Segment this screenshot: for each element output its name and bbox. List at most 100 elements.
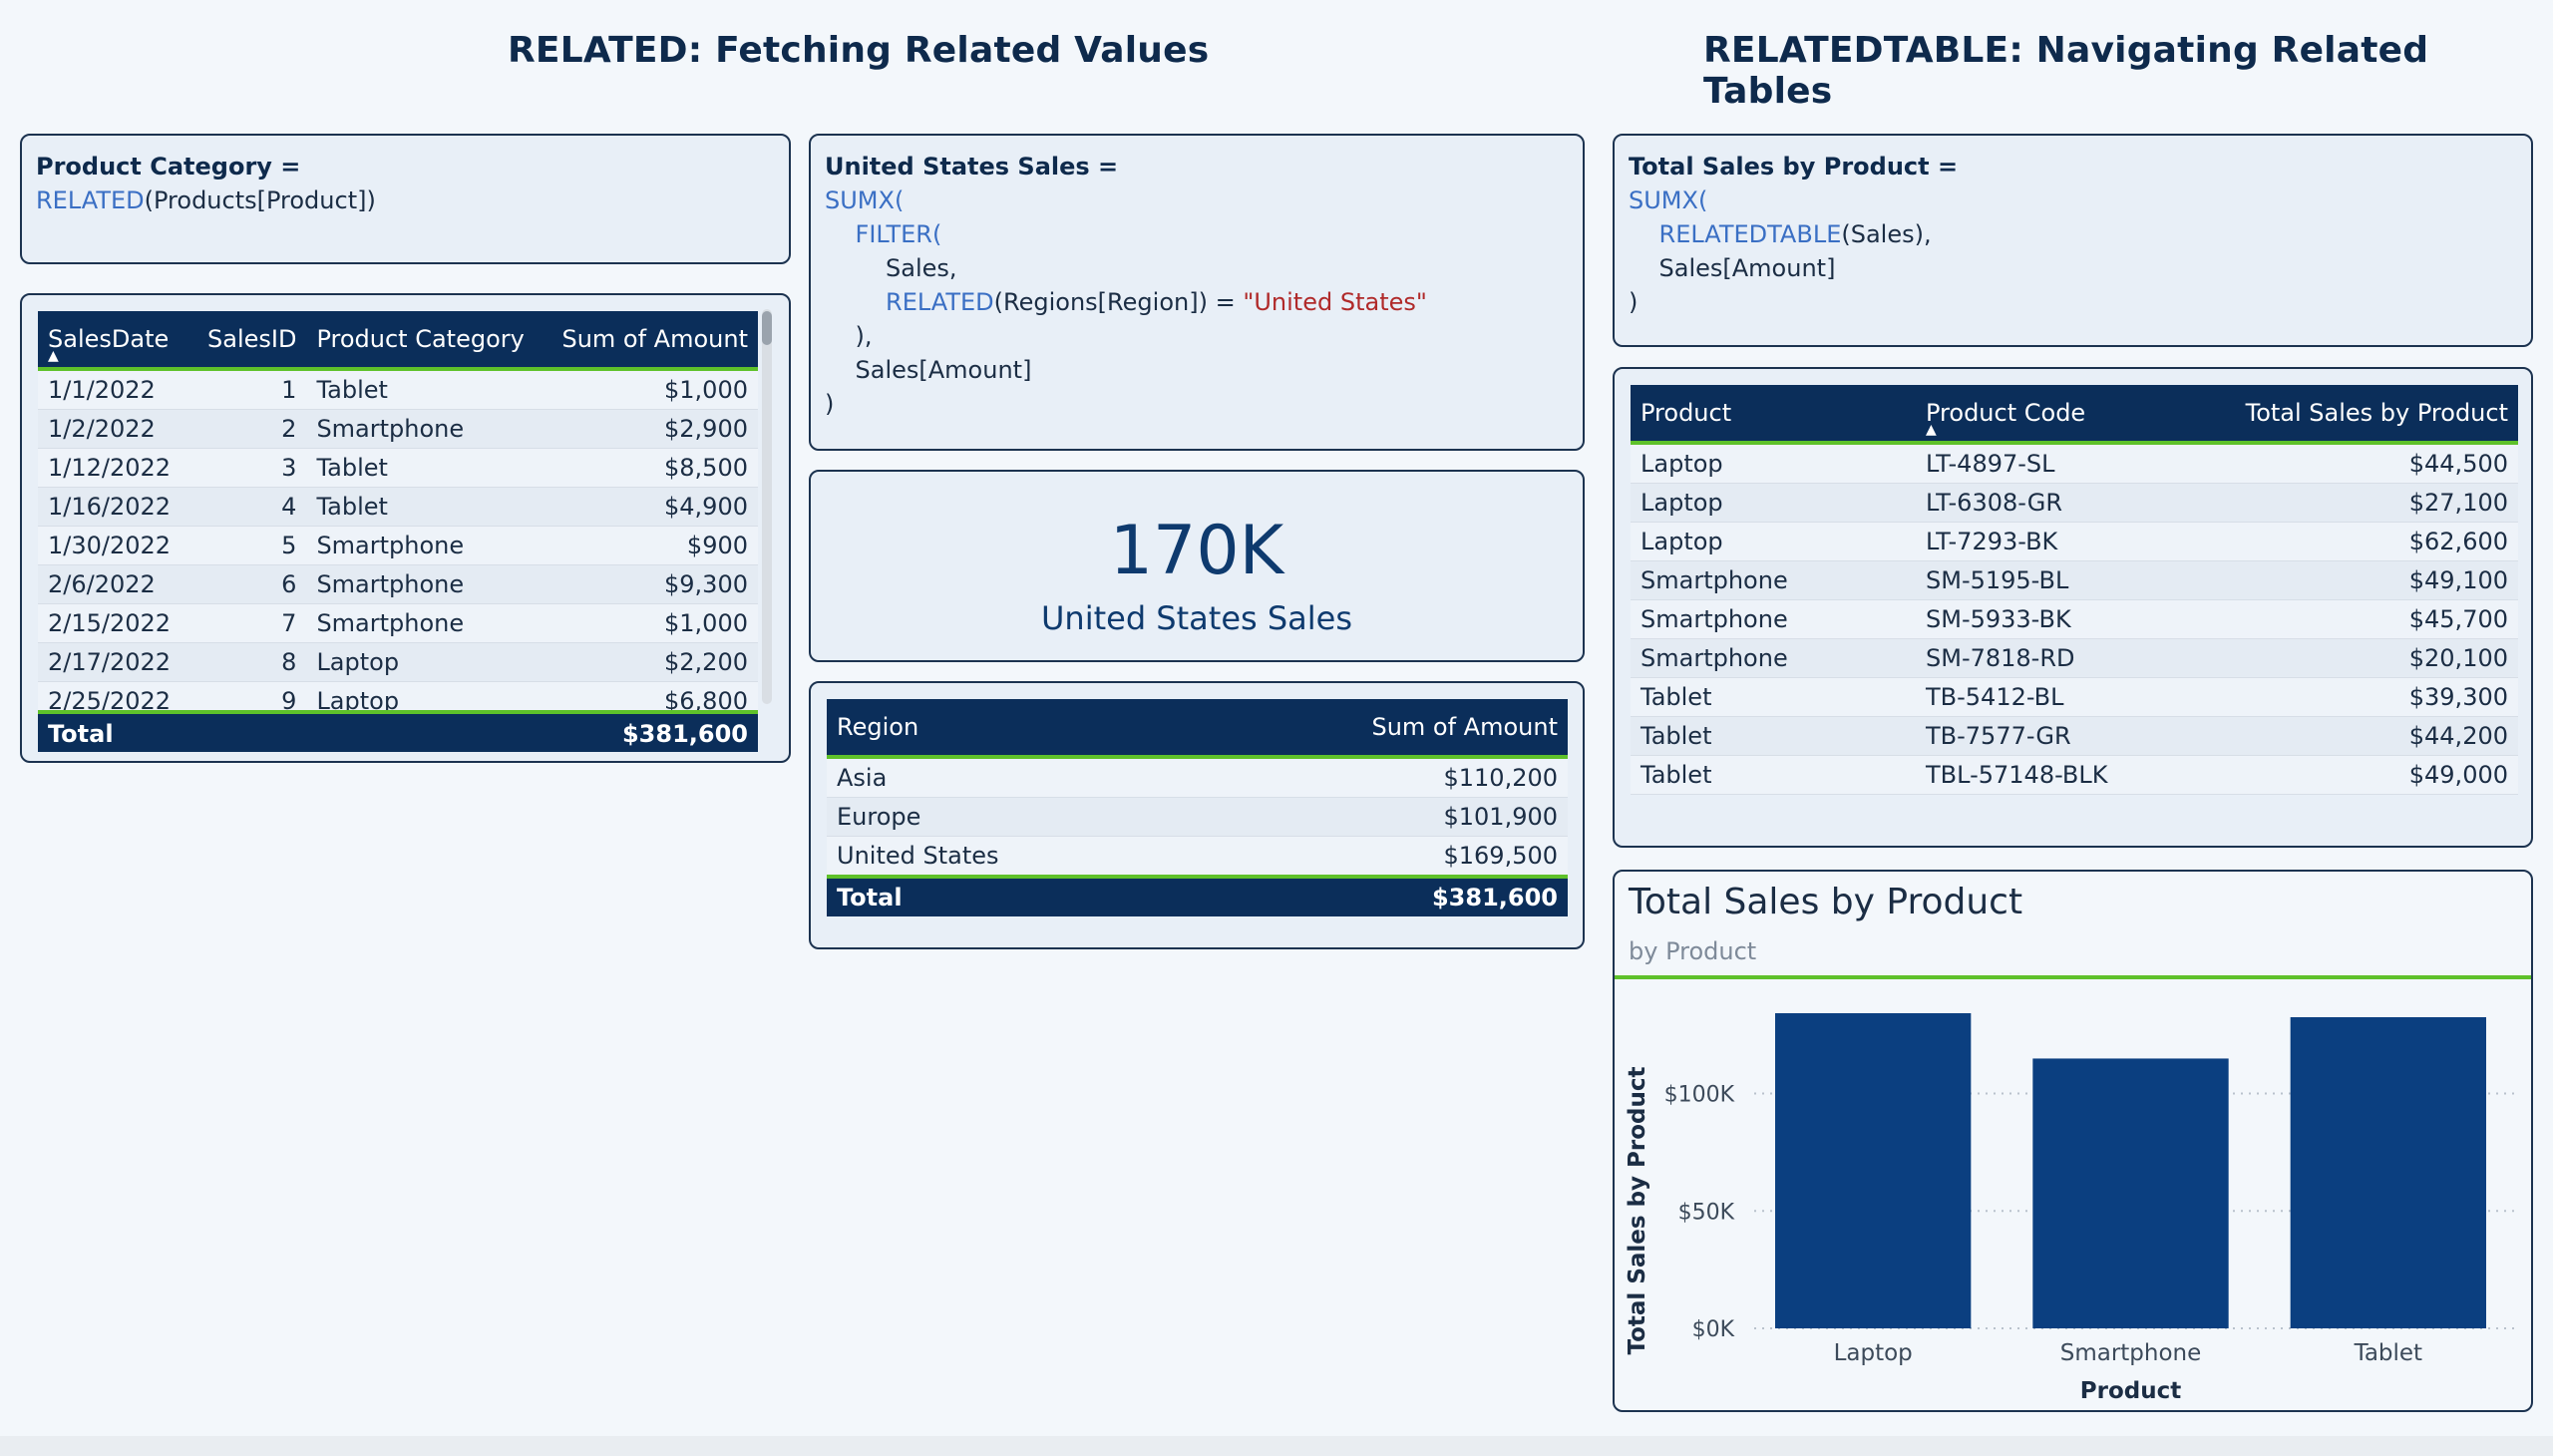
col-product-code-header[interactable]: Product Code ▲: [1916, 385, 2185, 445]
sales-table: SalesDate ▲ SalesID Product Category Sum …: [38, 311, 758, 721]
scroll-thumb[interactable]: [762, 311, 772, 345]
sumx-close: ): [1629, 288, 1639, 316]
table-row[interactable]: Smartphone SM-5933-BK $45,700: [1631, 599, 2518, 639]
cell-product: Smartphone: [1631, 638, 1916, 678]
filter-string-literal: "United States": [1243, 288, 1427, 316]
total-sales-chart-card[interactable]: Total Sales by Product by Product $0K $50…: [1613, 870, 2533, 1412]
related-function: RELATED: [36, 186, 145, 214]
table-row[interactable]: 1/2/2022 2 Smartphone $2,900: [38, 409, 758, 449]
cell-salesid: 2: [197, 409, 307, 449]
measure-name: Total Sales by Product =: [1629, 153, 1959, 181]
table-row[interactable]: Laptop LT-6308-GR $27,100: [1631, 483, 2518, 523]
col-product-header[interactable]: Product: [1631, 385, 1916, 445]
x-axis-title: Product: [2080, 1378, 2181, 1404]
table-row[interactable]: Laptop LT-4897-SL $44,500: [1631, 443, 2518, 484]
col-region-header[interactable]: Region: [827, 699, 1175, 759]
col-salesdate-header[interactable]: SalesDate ▲: [38, 311, 197, 371]
cell-sum-of-amount: $110,200: [1174, 757, 1568, 798]
total-sales-dax: Total Sales by Product = SUMX( RELATEDTA…: [1629, 150, 1958, 319]
table-row[interactable]: 2/15/2022 7 Smartphone $1,000: [38, 603, 758, 643]
chart-title: Total Sales by Product: [1629, 882, 2023, 922]
cell-total-sales: $20,100: [2185, 638, 2518, 678]
col-sum-of-amount-header[interactable]: Sum of Amount: [1174, 699, 1568, 759]
product-table-card[interactable]: Product Product Code ▲ Total Sales by Pro…: [1613, 367, 2533, 848]
y-axis-title: Total Sales by Product: [1625, 1066, 1650, 1354]
relatedtable-args: (Sales),: [1841, 220, 1932, 248]
total-value: $381,600: [621, 720, 748, 748]
table-row[interactable]: Europe $101,900: [827, 797, 1568, 837]
region-table-card[interactable]: Region Sum of Amount Asia $110,200 Europe $…: [809, 681, 1585, 949]
cell-sum-of-amount: $9,300: [534, 564, 758, 604]
col-product-category-header[interactable]: Product Category: [306, 311, 535, 371]
cell-product-category: Smartphone: [306, 564, 535, 604]
cell-region: United States: [827, 836, 1175, 878]
sales-table-total-bar: Total $381,600: [38, 710, 758, 752]
table-row[interactable]: 2/17/2022 8 Laptop $2,200: [38, 642, 758, 682]
us-sales-kpi-card[interactable]: 170K United States Sales: [809, 470, 1585, 662]
table-row[interactable]: 1/16/2022 4 Tablet $4,900: [38, 487, 758, 527]
cell-product-code: TB-5412-BL: [1916, 677, 2185, 717]
sales-table-card[interactable]: SalesDate ▲ SalesID Product Category Sum …: [20, 293, 791, 763]
table-row[interactable]: Tablet TBL-57148-BLK $49,000: [1631, 755, 2518, 795]
related-function: RELATED: [825, 288, 994, 316]
cell-product: Laptop: [1631, 443, 1916, 484]
col-sum-of-amount-header[interactable]: Sum of Amount: [534, 311, 758, 371]
cell-total-sales: $49,000: [2185, 755, 2518, 795]
total-sales-measure-card[interactable]: Total Sales by Product = SUMX( RELATEDTA…: [1613, 134, 2533, 347]
cell-salesid: 5: [197, 526, 307, 565]
sort-ascending-icon[interactable]: ▲: [1926, 423, 1937, 437]
sumx-function: SUMX(: [825, 186, 905, 214]
x-tick-label: Laptop: [1834, 1340, 1913, 1366]
cell-salesid: 8: [197, 642, 307, 682]
col-total-sales-header[interactable]: Total Sales by Product: [2185, 385, 2518, 445]
bar[interactable]: [1775, 1013, 1972, 1328]
cell-product-category: Tablet: [306, 487, 535, 527]
table-row[interactable]: 1/12/2022 3 Tablet $8,500: [38, 448, 758, 488]
cell-salesid: 7: [197, 603, 307, 643]
us-sales-measure-card[interactable]: United States Sales = SUMX( FILTER( Sale…: [809, 134, 1585, 451]
cell-region: Asia: [827, 757, 1175, 798]
cell-total-sales: $62,600: [2185, 522, 2518, 561]
total-label: Total: [48, 720, 114, 748]
cell-salesdate: 1/1/2022: [38, 369, 197, 410]
filter-close: ),: [825, 322, 873, 350]
table-row[interactable]: Smartphone SM-5195-BL $49,100: [1631, 560, 2518, 600]
sort-ascending-icon[interactable]: ▲: [48, 349, 59, 363]
total-label: Total: [827, 875, 1175, 916]
related-section-title: RELATED: Fetching Related Values: [508, 30, 1210, 71]
table-row[interactable]: 1/1/2022 1 Tablet $1,000: [38, 369, 758, 410]
sumx-function: SUMX(: [1629, 186, 1708, 214]
cell-total-sales: $27,100: [2185, 483, 2518, 523]
table-row[interactable]: 2/6/2022 6 Smartphone $9,300: [38, 564, 758, 604]
region-table: Region Sum of Amount Asia $110,200 Europe $…: [827, 699, 1568, 916]
table-row[interactable]: Tablet TB-5412-BL $39,300: [1631, 677, 2518, 717]
bar-chart: $0K $50K $100K Laptop Smartphone Tablet Produc…: [1625, 1013, 2517, 1404]
cell-product-code: SM-5933-BK: [1916, 599, 2185, 639]
report-canvas: RELATED: Fetching Related Values RELATED…: [0, 0, 2553, 1436]
cell-product: Tablet: [1631, 755, 1916, 795]
table-row[interactable]: United States $169,500: [827, 836, 1568, 878]
cell-salesid: 4: [197, 487, 307, 527]
cell-product-category: Tablet: [306, 448, 535, 488]
sales-table-scrollbar[interactable]: [762, 309, 772, 704]
y-tick-label: $0K: [1692, 1317, 1735, 1342]
table-row[interactable]: Tablet TB-7577-GR $44,200: [1631, 716, 2518, 756]
cell-product: Tablet: [1631, 677, 1916, 717]
cell-product-code: TBL-57148-BLK: [1916, 755, 2185, 795]
product-category-measure-card[interactable]: Product Category = RELATED(Products[Prod…: [20, 134, 791, 264]
table-row[interactable]: Asia $110,200: [827, 757, 1568, 798]
page-bottom-strip: [0, 1436, 2553, 1456]
relatedtable-function: RELATEDTABLE: [1629, 220, 1842, 248]
chart-subtitle: by Product: [1629, 937, 1757, 965]
sumx-expression: Sales[Amount]: [1629, 254, 1836, 282]
table-row[interactable]: Laptop LT-7293-BK $62,600: [1631, 522, 2518, 561]
table-row[interactable]: Smartphone SM-7818-RD $20,100: [1631, 638, 2518, 678]
kpi-value: 170K: [1109, 512, 1284, 590]
col-salesid-header[interactable]: SalesID: [197, 311, 307, 371]
cell-salesdate: 1/16/2022: [38, 487, 197, 527]
bar[interactable]: [2290, 1017, 2486, 1328]
cell-product-code: TB-7577-GR: [1916, 716, 2185, 756]
product-category-dax: Product Category = RELATED(Products[Prod…: [36, 150, 376, 217]
bar[interactable]: [2032, 1058, 2229, 1328]
table-row[interactable]: 1/30/2022 5 Smartphone $900: [38, 526, 758, 565]
